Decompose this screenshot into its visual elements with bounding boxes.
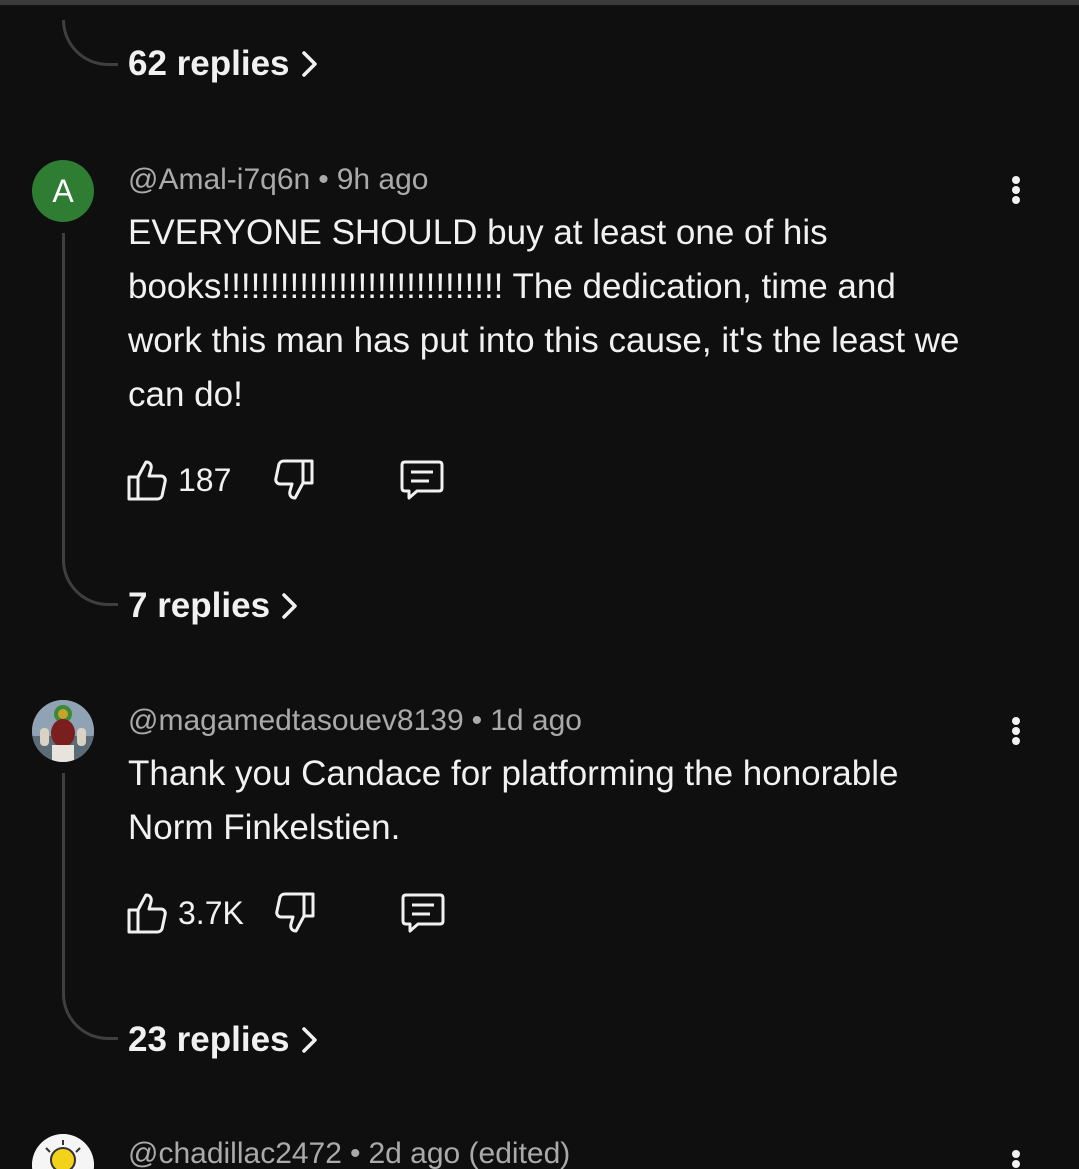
comment-author[interactable]: @chadillac2472 [128, 1137, 342, 1169]
thumbs-up-icon [127, 893, 167, 934]
avatar[interactable]: A [32, 160, 94, 222]
view-replies-button[interactable]: 62 replies [128, 44, 320, 84]
chevron-right-icon [301, 51, 317, 77]
comment-text: Thank you Candace for platforming the ho… [128, 747, 1028, 855]
replies-label: 62 replies [128, 44, 290, 83]
comment-line: can do! [128, 375, 243, 414]
more-options-icon[interactable] [1000, 170, 1032, 210]
dislike-button[interactable] [273, 458, 315, 502]
comment-line: work this man has put into this cause, i… [128, 321, 960, 360]
thumbs-down-icon [274, 459, 314, 500]
comment-icon [400, 460, 444, 500]
comment-meta: @Amal-i7q6n • 9h ago [128, 163, 429, 196]
comment-author[interactable]: @magamedtasouev8139 [128, 704, 464, 737]
avatar[interactable] [32, 700, 94, 762]
view-replies-button[interactable]: 23 replies [128, 1020, 320, 1060]
comment-line: books!!!!!!!!!!!!!!!!!!!!!!!!!!!!! The d… [128, 267, 896, 306]
dislike-button[interactable] [274, 891, 316, 935]
like-count: 3.7K [178, 894, 244, 931]
comment-line: Thank you Candace for platforming the ho… [128, 754, 899, 793]
comment-line: Norm Finkelstien. [128, 808, 401, 847]
avatar[interactable] [32, 1134, 94, 1169]
comment-text: EVERYONE SHOULD buy at least one of his … [128, 206, 1028, 422]
comment-line: EVERYONE SHOULD buy at least one of his [128, 213, 828, 252]
thread-connector [62, 560, 118, 606]
comment-meta: @chadillac2472 • 2d ago (edited) [128, 1137, 571, 1169]
chevron-right-icon [301, 1027, 317, 1053]
thread-connector [62, 994, 118, 1040]
comment-time: 2d ago (edited) [368, 1137, 571, 1169]
comment-meta: @magamedtasouev8139 • 1d ago [128, 704, 582, 737]
like-button[interactable]: 3.7K [126, 891, 244, 935]
like-count: 187 [178, 461, 232, 498]
comment-author[interactable]: @Amal-i7q6n [128, 163, 310, 196]
comments-page: 62 replies A @Amal-i7q6n • 9h ago EVERYONE… [0, 0, 1079, 1169]
thumbs-up-icon [127, 460, 167, 501]
thumbs-down-icon [275, 892, 315, 933]
comment-actions: 187 [126, 456, 445, 504]
like-button[interactable]: 187 [126, 458, 231, 502]
lightbulb-icon [32, 1134, 94, 1169]
avatar-letter: A [52, 172, 74, 209]
view-replies-button[interactable]: 7 replies [128, 586, 300, 626]
comment-time: 9h ago [336, 163, 429, 196]
profile-photo-icon [32, 700, 94, 762]
replies-label: 23 replies [128, 1020, 290, 1059]
more-options-icon[interactable] [1000, 711, 1032, 751]
replies-label: 7 replies [128, 586, 271, 625]
comment-icon [401, 893, 445, 933]
chevron-right-icon [282, 593, 297, 619]
thread-connector [62, 20, 118, 66]
reply-button[interactable] [399, 458, 445, 502]
comment-actions: 3.7K [126, 889, 446, 937]
thread-line [62, 233, 65, 563]
more-options-icon[interactable] [1000, 1144, 1032, 1169]
top-divider [0, 0, 1079, 5]
comment-time: 1d ago [490, 704, 582, 737]
thread-line [62, 773, 65, 997]
reply-button[interactable] [400, 891, 446, 935]
